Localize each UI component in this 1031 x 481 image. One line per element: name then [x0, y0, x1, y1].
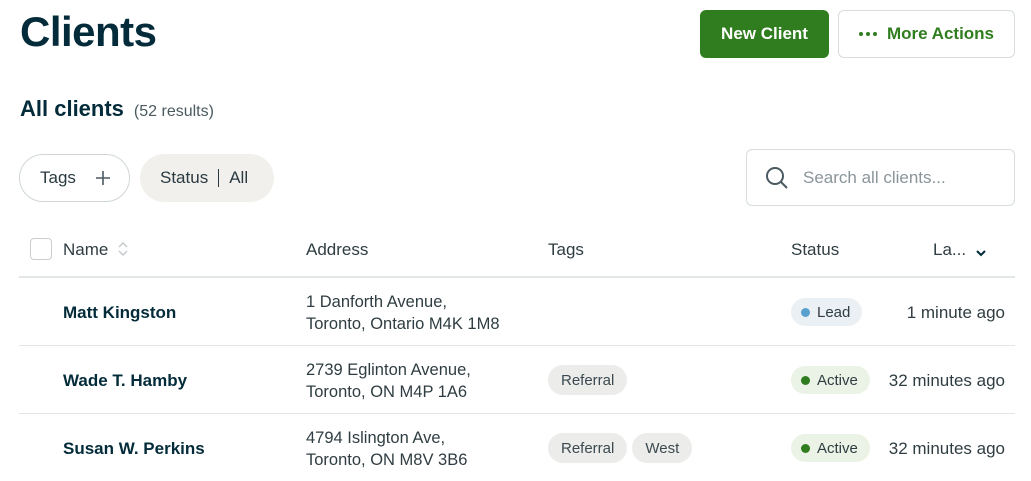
tag-pill: Referral [548, 433, 628, 463]
column-name-label: Name [63, 240, 109, 259]
sort-icon [118, 241, 128, 257]
last-activity: 32 minutes ago [888, 371, 1005, 390]
status-filter-label: Status [160, 168, 209, 187]
column-header-last-activity[interactable]: La... [933, 240, 987, 260]
tag-pill: West [632, 433, 693, 463]
select-all-checkbox[interactable] [30, 238, 52, 260]
more-dots-icon [858, 32, 877, 36]
list-header: All clients (52 results) [20, 96, 214, 122]
address-line-1: 4794 Islington Ave, [306, 429, 446, 447]
address-line-2: Toronto, Ontario M4K 1M8 [306, 315, 500, 333]
table-row[interactable]: Susan W. Perkins 4794 Islington Ave, Tor… [19, 414, 1015, 481]
status-label: Lead [817, 303, 851, 321]
client-tags: Referral [548, 365, 628, 395]
list-heading: All clients [20, 96, 124, 121]
address-line-1: 2739 Eglinton Avenue, [306, 361, 471, 379]
column-header-name[interactable]: Name [63, 240, 129, 260]
table-header: Name Address Tags Status La... [19, 228, 1015, 278]
client-address: 2739 Eglinton Avenue, Toronto, ON M4P 1A… [306, 359, 471, 403]
table-row[interactable]: Matt Kingston 1 Danforth Avenue, Toronto… [19, 278, 1015, 346]
search-icon [766, 166, 788, 189]
search-box[interactable] [746, 149, 1015, 206]
chevron-down-icon [976, 250, 986, 257]
tags-filter-chip[interactable]: Tags [19, 154, 130, 202]
status-badge: Lead [791, 298, 863, 326]
address-line-2: Toronto, ON M4P 1A6 [306, 383, 468, 401]
address-line-1: 1 Danforth Avenue, [306, 293, 447, 311]
more-actions-button[interactable]: More Actions [838, 10, 1015, 58]
plus-icon [96, 171, 110, 185]
client-tags: Referral West [548, 433, 693, 463]
status-filter-value: All [229, 168, 249, 187]
last-activity: 32 minutes ago [888, 439, 1005, 458]
column-header-tags[interactable]: Tags [548, 240, 584, 260]
address-line-2: Toronto, ON M8V 3B6 [306, 451, 468, 469]
status-filter-chip[interactable]: Status All [140, 154, 274, 202]
more-actions-label: More Actions [886, 24, 995, 43]
new-client-button[interactable]: New Client [700, 10, 829, 58]
status-badge: Active [791, 366, 870, 394]
status-badge: Active [791, 434, 870, 462]
status-dot [801, 307, 810, 317]
status-label: Active [817, 439, 858, 457]
client-address: 1 Danforth Avenue, Toronto, Ontario M4K … [306, 291, 500, 335]
client-name[interactable]: Wade T. Hamby [63, 371, 187, 391]
column-header-address[interactable]: Address [306, 240, 368, 260]
last-activity: 1 minute ago [906, 303, 1005, 322]
column-header-status[interactable]: Status [791, 240, 839, 260]
client-address: 4794 Islington Ave, Toronto, ON M8V 3B6 [306, 427, 467, 471]
status-dot [801, 443, 810, 453]
search-input[interactable] [803, 167, 1003, 188]
page-title: Clients [20, 8, 157, 55]
client-name[interactable]: Matt Kingston [63, 303, 176, 323]
client-name[interactable]: Susan W. Perkins [63, 439, 205, 459]
column-last-label: La... [933, 240, 967, 259]
status-label: Active [817, 371, 858, 389]
table-row[interactable]: Wade T. Hamby 2739 Eglinton Avenue, Toro… [19, 346, 1015, 414]
status-filter-divider [218, 169, 220, 187]
status-dot [801, 375, 810, 385]
result-count: (52 results) [133, 103, 214, 120]
tag-pill: Referral [548, 365, 628, 395]
tags-filter-label: Tags [40, 168, 76, 187]
